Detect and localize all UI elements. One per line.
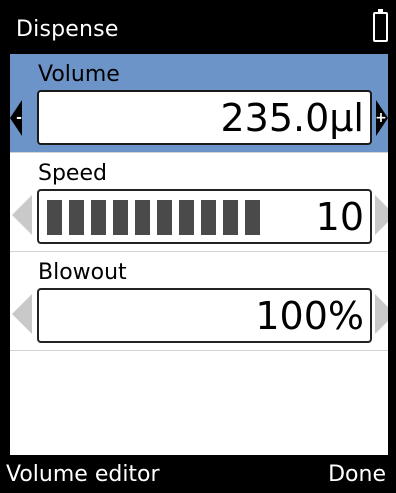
setting-row-blowout[interactable]: Blowout 100% (10, 252, 388, 351)
title-bar: Dispense (0, 0, 396, 54)
plus-icon: + (375, 110, 387, 126)
volume-value: 235.0µl (220, 96, 364, 140)
speed-label: Speed (38, 161, 107, 186)
speed-field[interactable]: 10 (37, 189, 372, 244)
speed-level-bar (47, 200, 62, 235)
speed-level-bar (113, 200, 128, 235)
minus-icon: - (16, 110, 22, 126)
left-softkey[interactable]: Volume editor (6, 461, 160, 489)
speed-increase-arrow-icon[interactable] (375, 195, 388, 235)
right-softkey[interactable]: Done (328, 461, 386, 489)
screen-title: Dispense (16, 17, 119, 42)
volume-field[interactable]: 235.0µl (37, 90, 372, 145)
settings-list: Volume - 235.0µl + Speed 10 Blowout 100% (10, 54, 388, 455)
speed-level-bar (69, 200, 84, 235)
setting-row-speed[interactable]: Speed 10 (10, 153, 388, 252)
speed-level-bar (223, 200, 238, 235)
speed-level-bar (201, 200, 216, 235)
volume-decrease-button[interactable]: - (10, 100, 22, 136)
blowout-label: Blowout (38, 260, 127, 285)
blowout-field[interactable]: 100% (37, 288, 372, 343)
speed-level-bar (91, 200, 106, 235)
speed-level-bar (135, 200, 150, 235)
volume-increase-button[interactable]: + (375, 100, 388, 136)
battery-icon (373, 9, 388, 42)
blowout-decrease-arrow-icon[interactable] (12, 294, 32, 334)
blowout-increase-arrow-icon[interactable] (375, 294, 388, 334)
softkey-bar: Volume editor Done (0, 455, 396, 493)
speed-decrease-arrow-icon[interactable] (12, 195, 32, 235)
device-screen: Dispense Volume - 235.0µl + Speed 10 Blo… (0, 0, 396, 493)
blowout-value: 100% (255, 294, 364, 338)
speed-level-bar (157, 200, 172, 235)
volume-label: Volume (38, 62, 120, 87)
speed-value: 10 (315, 195, 364, 239)
setting-row-volume[interactable]: Volume - 235.0µl + (10, 54, 388, 153)
speed-level-bar (179, 200, 194, 235)
speed-level-bar (245, 200, 260, 235)
